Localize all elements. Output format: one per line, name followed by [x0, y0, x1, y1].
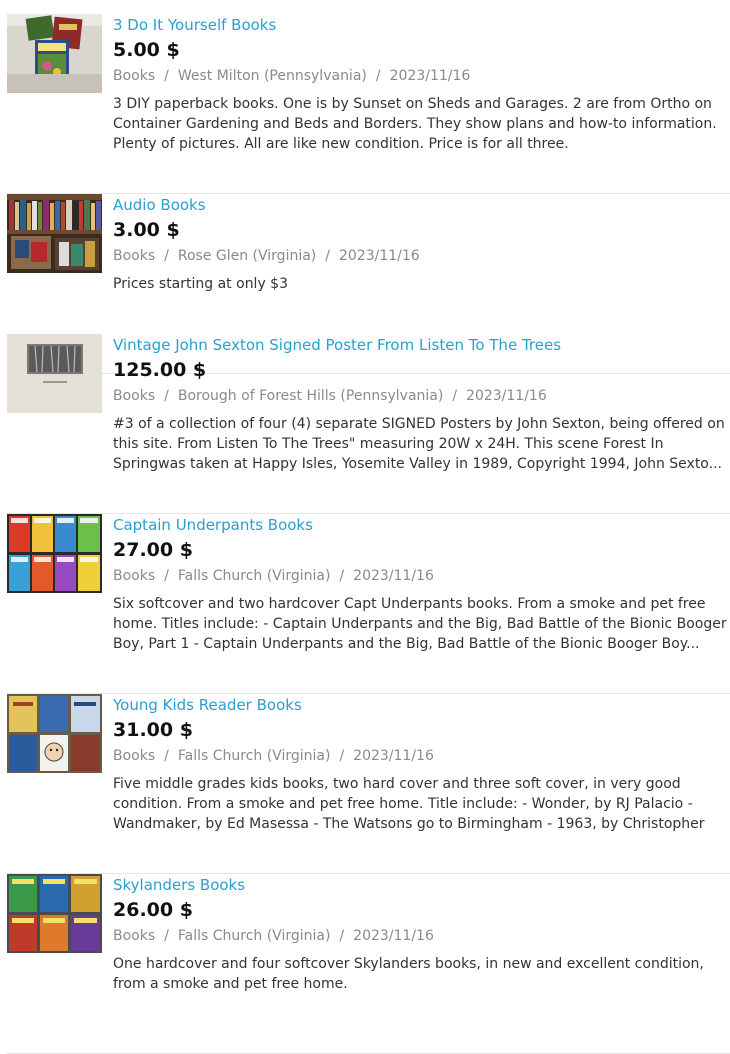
meta-separator: /: [164, 928, 169, 944]
listing-description: #3 of a collection of four (4) separate …: [113, 416, 725, 472]
listing-category-link[interactable]: Books: [113, 68, 155, 84]
meta-separator: /: [164, 388, 169, 404]
listing-meta: Books / West Milton (Pennsylvania) / 2023/11…: [113, 68, 730, 85]
meta-separator: /: [325, 248, 330, 264]
listing-description: 3 DIY paperback books. One is by Sunset …: [113, 96, 717, 152]
listing-thumbnail[interactable]: [7, 194, 102, 273]
skylanders-books-photo: [7, 874, 102, 953]
listing-date: 2023/11/16: [353, 568, 434, 584]
listing-item: Vintage John Sexton Signed Poster From L…: [7, 334, 730, 514]
listing-thumbnail[interactable]: [7, 334, 102, 413]
listing-meta: Books / Falls Church (Virginia) / 2023/11/16: [113, 568, 730, 585]
listing-category-link[interactable]: Books: [113, 748, 155, 764]
listing-thumbnail[interactable]: [7, 874, 102, 953]
listing-price: 125.00 $: [113, 359, 207, 381]
meta-separator: /: [164, 68, 169, 84]
listing-thumbnail[interactable]: [7, 514, 102, 593]
listing-title-link[interactable]: Young Kids Reader Books: [113, 696, 730, 715]
listing-description: One hardcover and four softcover Skyland…: [113, 956, 704, 992]
meta-separator: /: [452, 388, 458, 404]
listing-date: 2023/11/16: [339, 248, 420, 264]
listing-price: 31.00 $: [113, 719, 193, 741]
listing-category-link[interactable]: Books: [113, 388, 155, 404]
listing-location: Borough of Forest Hills (Pennsylvania): [177, 388, 444, 404]
listing-date: 2023/11/16: [353, 928, 434, 944]
listing-meta: Books / Falls Church (Virginia) / 2023/11/16: [113, 748, 730, 765]
listing-location: Falls Church (Virginia): [177, 928, 331, 944]
listing-title-link[interactable]: Captain Underpants Books: [113, 516, 730, 535]
listing-meta: Books / Falls Church (Virginia) / 2023/11/16: [113, 928, 730, 945]
meta-separator: /: [164, 248, 169, 264]
listing-price: 27.00 $: [113, 539, 193, 561]
listing-category-link[interactable]: Books: [113, 248, 155, 264]
listing-price: 26.00 $: [113, 899, 193, 921]
listing-description: Six softcover and two hardcover Capt Und…: [113, 596, 727, 652]
listing-location: Falls Church (Virginia): [177, 568, 331, 584]
listing-title-link[interactable]: Audio Books: [113, 196, 730, 215]
listing-item: 3 Do It Yourself Books 5.00 $ Books / West…: [7, 14, 730, 194]
listing-category-link[interactable]: Books: [113, 568, 155, 584]
listing-thumbnail[interactable]: [7, 14, 102, 93]
poster-photo: [7, 334, 102, 413]
diy-books-photo: [7, 14, 102, 93]
listing-description: Prices starting at only $3: [113, 276, 288, 292]
kids-reader-books-photo: [7, 694, 102, 773]
listing-title-link[interactable]: Vintage John Sexton Signed Poster From L…: [113, 336, 730, 355]
listing-date: 2023/11/16: [389, 68, 471, 84]
listing-thumbnail[interactable]: [7, 694, 102, 773]
audio-books-shelf-photo: [7, 194, 102, 273]
meta-separator: /: [164, 568, 169, 584]
meta-separator: /: [339, 928, 345, 944]
listing-title-link[interactable]: 3 Do It Yourself Books: [113, 16, 730, 35]
listing-description: Five middle grades kids books, two hard …: [113, 776, 705, 832]
listing-meta: Books / Borough of Forest Hills (Pennsylva…: [113, 388, 730, 405]
captain-underpants-books-photo: [7, 514, 102, 593]
listing-price: 3.00 $: [113, 219, 180, 241]
listing-location: West Milton (Pennsylvania): [177, 68, 367, 84]
listing-item: Captain Underpants Books 27.00 $ Books / F…: [7, 514, 730, 694]
listing-date: 2023/11/16: [353, 748, 434, 764]
listing-meta: Books / Rose Glen (Virginia) / 2023/11/16: [113, 248, 730, 265]
meta-separator: /: [375, 68, 381, 84]
listing-category-link[interactable]: Books: [113, 928, 155, 944]
meta-separator: /: [164, 748, 169, 764]
meta-separator: /: [339, 568, 345, 584]
meta-separator: /: [339, 748, 345, 764]
listing-location: Rose Glen (Virginia): [177, 248, 317, 264]
listing-item: Skylanders Books 26.00 $ Books / Falls Chu…: [7, 874, 730, 1054]
listing-date: 2023/11/16: [466, 388, 547, 404]
listing-item: Young Kids Reader Books 31.00 $ Books / Fa…: [7, 694, 730, 874]
listing-price: 5.00 $: [113, 39, 180, 61]
listing-location: Falls Church (Virginia): [177, 748, 331, 764]
listing-title-link[interactable]: Skylanders Books: [113, 876, 730, 895]
